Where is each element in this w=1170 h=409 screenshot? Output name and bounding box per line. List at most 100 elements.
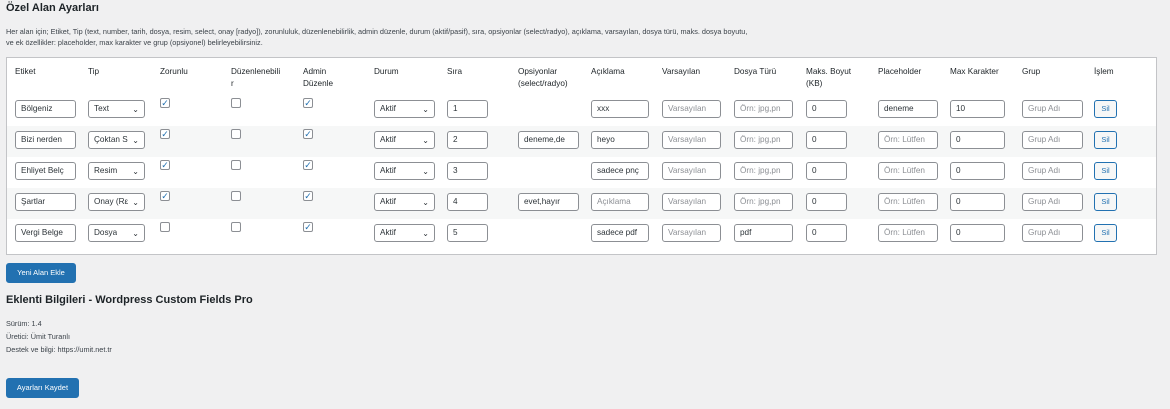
varsayilan-input[interactable]: Varsayılan [662,131,721,149]
max-karakter-input[interactable]: 0 [950,162,1005,180]
maks-boyut-input[interactable]: 0 [806,162,847,180]
tip-select[interactable]: Onay (Rε ⌄ [88,193,145,211]
max-karakter-input[interactable]: 0 [950,224,1005,242]
duzenlenebilir-checkbox[interactable] [231,222,241,232]
add-field-button[interactable]: Yeni Alan Ekle [6,263,76,283]
checkmark-icon: ✓ [304,191,312,201]
grup-input[interactable]: Grup Adı [1022,100,1083,118]
zorunlu-checkbox[interactable]: ✓ [160,129,170,139]
chevron-down-icon: ⌄ [132,198,139,207]
varsayilan-input[interactable]: Varsayılan [662,224,721,242]
aciklama-input[interactable]: Açıklama [591,193,649,211]
grup-input[interactable]: Grup Adı [1022,193,1083,211]
etiket-input[interactable]: Ehliyet Belç [15,162,76,180]
aciklama-input[interactable]: heyo [591,131,649,149]
header-zorunlu: Zorunlu [160,67,188,76]
zorunlu-checkbox[interactable]: ✓ [160,98,170,108]
header-opsiyonlar: Opsiyonlar (select/radyo) [518,67,568,88]
admin-duzenle-checkbox[interactable]: ✓ [303,129,313,139]
tip-select[interactable]: Dosya ⌄ [88,224,145,242]
header-grup: Grup [1022,67,1041,76]
header-sira: Sıra [447,67,463,76]
chevron-down-icon: ⌄ [422,105,429,114]
sira-input[interactable]: 4 [447,193,488,211]
header-max-karakter: Max Karakter [950,67,999,76]
etiket-input[interactable]: Bölgeniz [15,100,76,118]
opsiyonlar-input[interactable]: deneme,de [518,131,579,149]
plugin-version: Sürüm: 1.4 [6,319,42,328]
chevron-down-icon: ⌄ [132,167,139,176]
aciklama-input[interactable]: xxx [591,100,649,118]
table-row: Ehliyet Belç Resim ⌄ ✓ ✓ Aktif ⌄ 3 sadece pnç Var… [7,157,1156,188]
admin-duzenle-checkbox[interactable]: ✓ [303,191,313,201]
etiket-input[interactable]: Vergi Belge [15,224,76,242]
dosya-turu-input[interactable]: pdf [734,224,793,242]
zorunlu-checkbox[interactable] [160,222,170,232]
header-aciklama: Açıklama [591,67,625,76]
etiket-input[interactable]: Şartlar [15,193,76,211]
varsayilan-input[interactable]: Varsayılan [662,100,721,118]
etiket-input[interactable]: Bizi nerden [15,131,76,149]
table-row: Vergi Belge Dosya ⌄ ✓ Aktif ⌄ 5 sadece pdf Varsa… [7,219,1156,250]
duzenlenebilir-checkbox[interactable] [231,98,241,108]
maks-boyut-input[interactable]: 0 [806,131,847,149]
aciklama-input[interactable]: sadece pnç [591,162,649,180]
aciklama-input[interactable]: sadece pdf [591,224,649,242]
duzenlenebilir-checkbox[interactable] [231,191,241,201]
varsayilan-input[interactable]: Varsayılan [662,162,721,180]
duzenlenebilir-checkbox[interactable] [231,129,241,139]
dosya-turu-input[interactable]: Örn: jpg,pn [734,162,793,180]
checkmark-icon: ✓ [161,191,169,201]
admin-duzenle-checkbox[interactable]: ✓ [303,160,313,170]
description-line-1: Her alan için; Etiket, Tip (text, number… [6,27,748,36]
delete-field-button[interactable]: Sil [1094,193,1117,211]
maks-boyut-input[interactable]: 0 [806,193,847,211]
sira-input[interactable]: 2 [447,131,488,149]
durum-select[interactable]: Aktif ⌄ [374,131,435,149]
max-karakter-input[interactable]: 10 [950,100,1005,118]
durum-select[interactable]: Aktif ⌄ [374,162,435,180]
delete-field-button[interactable]: Sil [1094,224,1117,242]
durum-select[interactable]: Aktif ⌄ [374,193,435,211]
dosya-turu-input[interactable]: Örn: jpg,pn [734,131,793,149]
dosya-turu-input[interactable]: Örn: jpg,pn [734,193,793,211]
placeholder-input[interactable]: Örn: Lütfen [878,162,938,180]
duzenlenebilir-checkbox[interactable] [231,160,241,170]
maks-boyut-input[interactable]: 0 [806,224,847,242]
durum-select[interactable]: Aktif ⌄ [374,100,435,118]
admin-duzenle-checkbox[interactable]: ✓ [303,98,313,108]
grup-input[interactable]: Grup Adı [1022,162,1083,180]
zorunlu-checkbox[interactable]: ✓ [160,160,170,170]
table-row: Bölgeniz Text ⌄ ✓ ✓ Aktif ⌄ 1 xxx Varsayılan Örn: … [7,95,1156,126]
plugin-author: Üretici: Ümit Turanlı [6,332,71,341]
checkmark-icon: ✓ [304,129,312,139]
description-line-2: ve ek özellikler: placeholder, max karak… [6,38,263,47]
max-karakter-input[interactable]: 0 [950,193,1005,211]
sira-input[interactable]: 3 [447,162,488,180]
placeholder-input[interactable]: Örn: Lütfen [878,193,938,211]
sira-input[interactable]: 1 [447,100,488,118]
placeholder-input[interactable]: Örn: Lütfen [878,131,938,149]
tip-select[interactable]: Text ⌄ [88,100,145,118]
opsiyonlar-input[interactable]: evet,hayır [518,193,579,211]
sira-input[interactable]: 5 [447,224,488,242]
varsayilan-input[interactable]: Varsayılan [662,193,721,211]
delete-field-button[interactable]: Sil [1094,100,1117,118]
placeholder-input[interactable]: Örn: Lütfen [878,224,938,242]
zorunlu-checkbox[interactable]: ✓ [160,191,170,201]
dosya-turu-input[interactable]: Örn: jpg,pn [734,100,793,118]
delete-field-button[interactable]: Sil [1094,162,1117,180]
durum-select[interactable]: Aktif ⌄ [374,224,435,242]
table-row: Şartlar Onay (Rε ⌄ ✓ ✓ Aktif ⌄ 4 evet,hayır Açıkl… [7,188,1156,219]
grup-input[interactable]: Grup Adı [1022,131,1083,149]
tip-select[interactable]: Çoktan S ⌄ [88,131,145,149]
save-settings-button[interactable]: Ayarları Kaydet [6,378,79,398]
grup-input[interactable]: Grup Adı [1022,224,1083,242]
admin-duzenle-checkbox[interactable]: ✓ [303,222,313,232]
max-karakter-input[interactable]: 0 [950,131,1005,149]
placeholder-input[interactable]: deneme [878,100,938,118]
maks-boyut-input[interactable]: 0 [806,100,847,118]
header-durum: Durum [374,67,399,76]
tip-select[interactable]: Resim ⌄ [88,162,145,180]
delete-field-button[interactable]: Sil [1094,131,1117,149]
